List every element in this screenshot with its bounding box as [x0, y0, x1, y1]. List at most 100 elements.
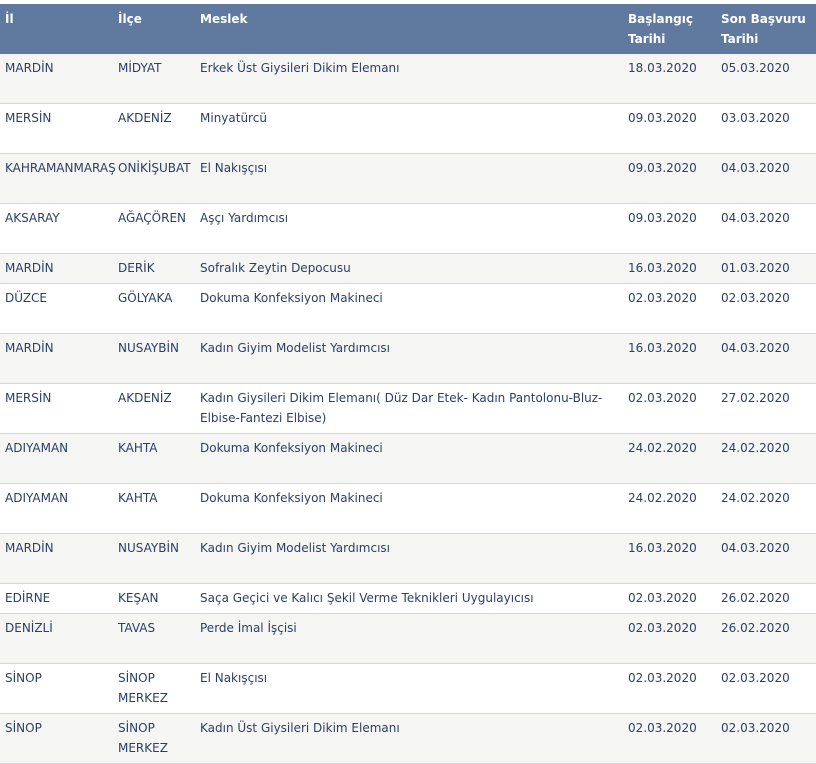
cell-son-basvuru: 02.03.2020: [716, 663, 816, 714]
cell-meslek: El Nakışçısı: [195, 153, 623, 204]
cell-meslek: Aşçı Yardımcısı: [195, 203, 623, 254]
cell-baslangic: 02.03.2020: [623, 663, 716, 714]
cell-il: MERSİN: [0, 383, 113, 434]
cell-meslek: Minyatürcü: [195, 103, 623, 154]
cell-son-basvuru: 02.03.2020: [716, 283, 816, 334]
cell-il: EDİRNE: [0, 583, 113, 614]
cell-il: ADIYAMAN: [0, 483, 113, 534]
cell-il: MARDİN: [0, 333, 113, 384]
table-row[interactable]: EDİRNE KEŞAN Saça Geçici ve Kalıcı Şekil…: [0, 583, 816, 614]
cell-meslek: Kadın Üst Giysileri Dikim Elemanı: [195, 713, 623, 764]
cell-baslangic: 18.03.2020: [623, 54, 716, 104]
table-row[interactable]: SİNOP SİNOP MERKEZ Kadın Üst Giysileri D…: [0, 713, 816, 764]
cell-baslangic: 24.02.2020: [623, 433, 716, 484]
cell-ilce: DERİK: [113, 253, 195, 284]
cell-baslangic: 02.03.2020: [623, 583, 716, 614]
cell-ilce: ONİKİŞUBAT: [113, 153, 195, 204]
cell-son-basvuru: 04.03.2020: [716, 153, 816, 204]
cell-baslangic: 16.03.2020: [623, 533, 716, 584]
cell-son-basvuru: 24.02.2020: [716, 483, 816, 534]
cell-ilce: SİNOP MERKEZ: [113, 663, 195, 714]
header-il[interactable]: İl: [0, 4, 113, 54]
header-son-basvuru-tarihi[interactable]: Son Başvuru Tarihi: [716, 4, 816, 54]
cell-son-basvuru: 02.03.2020: [716, 713, 816, 764]
cell-il: SİNOP: [0, 663, 113, 714]
table-row[interactable]: MARDİN NUSAYBİN Kadın Giyim Modelist Yar…: [0, 333, 816, 384]
table-row[interactable]: DÜZCE GÖLYAKA Dokuma Konfeksiyon Makinec…: [0, 283, 816, 334]
cell-ilce: KAHTA: [113, 433, 195, 484]
header-ilce[interactable]: İlçe: [113, 4, 195, 54]
table-row[interactable]: AKSARAY AĞAÇÖREN Aşçı Yardımcısı 09.03.2…: [0, 203, 816, 254]
cell-baslangic: 09.03.2020: [623, 103, 716, 154]
cell-son-basvuru: 04.03.2020: [716, 333, 816, 384]
cell-son-basvuru: 27.02.2020: [716, 383, 816, 434]
cell-baslangic: 02.03.2020: [623, 383, 716, 434]
cell-ilce: NUSAYBİN: [113, 533, 195, 584]
cell-meslek: Perde İmal İşçisi: [195, 613, 623, 664]
cell-meslek: Dokuma Konfeksiyon Makineci: [195, 483, 623, 534]
header-baslangic-tarihi[interactable]: Başlangıç Tarihi: [623, 4, 716, 54]
table-row[interactable]: MERSİN AKDENİZ Kadın Giysileri Dikim Ele…: [0, 383, 816, 434]
courses-table-container: İl İlçe Meslek Başlangıç Tarihi Son Başv…: [0, 4, 816, 764]
cell-meslek: El Nakışçısı: [195, 663, 623, 714]
cell-il: DÜZCE: [0, 283, 113, 334]
header-meslek[interactable]: Meslek: [195, 4, 623, 54]
cell-ilce: AKDENİZ: [113, 103, 195, 154]
cell-baslangic: 02.03.2020: [623, 283, 716, 334]
cell-baslangic: 09.03.2020: [623, 153, 716, 204]
cell-ilce: GÖLYAKA: [113, 283, 195, 334]
cell-ilce: KEŞAN: [113, 583, 195, 614]
cell-son-basvuru: 24.02.2020: [716, 433, 816, 484]
cell-ilce: TAVAS: [113, 613, 195, 664]
cell-baslangic: 09.03.2020: [623, 203, 716, 254]
cell-meslek: Kadın Giyim Modelist Yardımcısı: [195, 533, 623, 584]
cell-son-basvuru: 04.03.2020: [716, 533, 816, 584]
cell-il: KAHRAMANMARAŞ: [0, 153, 116, 204]
cell-meslek: Dokuma Konfeksiyon Makineci: [195, 433, 623, 484]
cell-baslangic: 16.03.2020: [623, 253, 716, 284]
table-body: MARDİN MİDYAT Erkek Üst Giysileri Dikim …: [0, 54, 816, 764]
cell-baslangic: 24.02.2020: [623, 483, 716, 534]
cell-baslangic: 02.03.2020: [623, 713, 716, 764]
table-row[interactable]: MARDİN MİDYAT Erkek Üst Giysileri Dikim …: [0, 54, 816, 104]
table-row[interactable]: MERSİN AKDENİZ Minyatürcü 09.03.2020 03.…: [0, 103, 816, 154]
cell-ilce: KAHTA: [113, 483, 195, 534]
cell-meslek: Sofralık Zeytin Depocusu: [195, 253, 623, 284]
cell-son-basvuru: 03.03.2020: [716, 103, 816, 154]
cell-il: DENİZLİ: [0, 613, 113, 664]
cell-il: MARDİN: [0, 533, 113, 584]
cell-il: AKSARAY: [0, 203, 113, 254]
table-row[interactable]: MARDİN DERİK Sofralık Zeytin Depocusu 16…: [0, 253, 816, 284]
cell-meslek: Dokuma Konfeksiyon Makineci: [195, 283, 623, 334]
table-row[interactable]: ADIYAMAN KAHTA Dokuma Konfeksiyon Makine…: [0, 483, 816, 534]
cell-son-basvuru: 26.02.2020: [716, 613, 816, 664]
table-row[interactable]: ADIYAMAN KAHTA Dokuma Konfeksiyon Makine…: [0, 433, 816, 484]
cell-ilce: AKDENİZ: [113, 383, 195, 434]
cell-meslek: Saça Geçici ve Kalıcı Şekil Verme Teknik…: [195, 583, 623, 614]
table-header: İl İlçe Meslek Başlangıç Tarihi Son Başv…: [0, 4, 816, 54]
cell-il: MARDİN: [0, 54, 113, 104]
cell-il: ADIYAMAN: [0, 433, 113, 484]
cell-son-basvuru: 26.02.2020: [716, 583, 816, 614]
cell-ilce: AĞAÇÖREN: [113, 203, 195, 254]
cell-ilce: SİNOP MERKEZ: [113, 713, 195, 764]
cell-meslek: Kadın Giysileri Dikim Elemanı( Düz Dar E…: [195, 383, 623, 434]
cell-baslangic: 16.03.2020: [623, 333, 716, 384]
cell-son-basvuru: 01.03.2020: [716, 253, 816, 284]
cell-meslek: Erkek Üst Giysileri Dikim Elemanı: [195, 54, 623, 104]
table-row[interactable]: DENİZLİ TAVAS Perde İmal İşçisi 02.03.20…: [0, 613, 816, 664]
cell-ilce: MİDYAT: [113, 54, 195, 104]
cell-son-basvuru: 05.03.2020: [716, 54, 816, 104]
cell-il: SİNOP: [0, 713, 113, 764]
cell-il: MARDİN: [0, 253, 113, 284]
cell-baslangic: 02.03.2020: [623, 613, 716, 664]
table-row[interactable]: SİNOP SİNOP MERKEZ El Nakışçısı 02.03.20…: [0, 663, 816, 714]
table-row[interactable]: KAHRAMANMARAŞ ONİKİŞUBAT El Nakışçısı 09…: [0, 153, 816, 204]
cell-il: MERSİN: [0, 103, 113, 154]
cell-meslek: Kadın Giyim Modelist Yardımcısı: [195, 333, 623, 384]
table-row[interactable]: MARDİN NUSAYBİN Kadın Giyim Modelist Yar…: [0, 533, 816, 584]
header-row: İl İlçe Meslek Başlangıç Tarihi Son Başv…: [0, 4, 816, 54]
cell-son-basvuru: 04.03.2020: [716, 203, 816, 254]
cell-ilce: NUSAYBİN: [113, 333, 195, 384]
courses-table: İl İlçe Meslek Başlangıç Tarihi Son Başv…: [0, 4, 816, 764]
